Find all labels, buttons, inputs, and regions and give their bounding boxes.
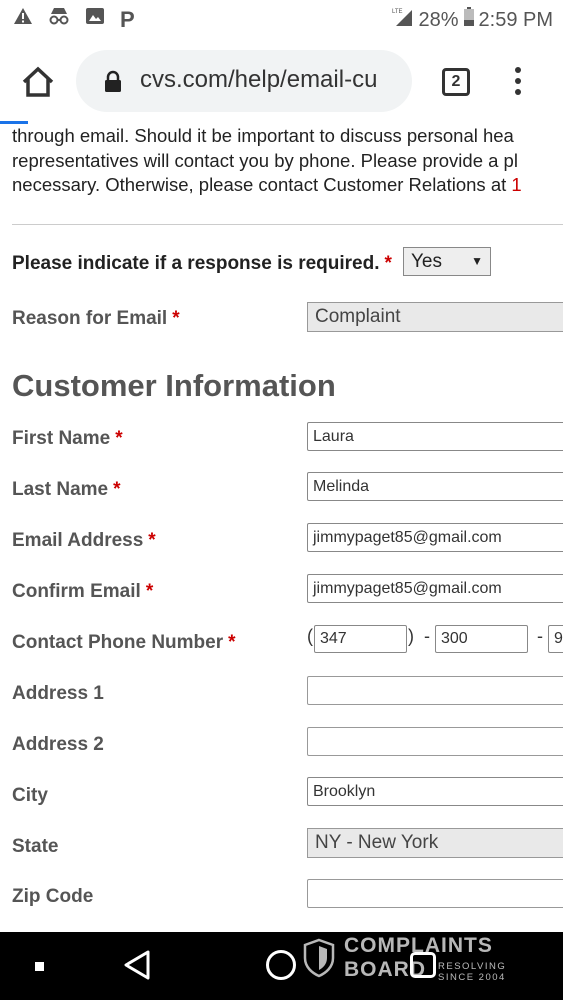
confirm-email-input[interactable]: jimmypaget85@gmail.com — [307, 574, 563, 603]
address1-input[interactable] — [307, 676, 563, 705]
phone-close-paren: ) — [408, 626, 414, 646]
required-mark: * — [384, 253, 392, 274]
required-mark: * — [145, 581, 154, 602]
phone-separator: - — [537, 626, 543, 646]
watermark-tag2: SINCE 2004 — [438, 972, 506, 983]
home-nav-button[interactable] — [266, 950, 296, 980]
confirm-email-label: Confirm Email * — [12, 581, 154, 602]
image-icon — [84, 7, 106, 32]
menu-dot-icon — [515, 78, 521, 84]
phone-separator: - — [424, 626, 430, 646]
address2-input[interactable] — [307, 727, 563, 756]
intro-line: through email. Should it be important to… — [12, 125, 514, 146]
email-label: Email Address * — [12, 530, 156, 551]
menu-dot-icon — [515, 67, 521, 73]
required-mark: * — [148, 530, 156, 551]
watermark-line2: BOARD — [344, 958, 426, 981]
lock-icon — [105, 70, 121, 92]
response-required-value: Yes — [411, 251, 442, 272]
intro-line-text: necessary. Otherwise, please contact Cus… — [12, 174, 512, 195]
required-mark: * — [172, 308, 180, 329]
intro-text: through email. Should it be important to… — [12, 124, 563, 198]
url-bar[interactable]: cvs.com/help/email-cu — [76, 50, 412, 112]
lte-label: LTE — [392, 9, 403, 15]
menu-dot-icon — [515, 89, 521, 95]
system-status: LTE 28% 2:59 PM — [392, 7, 553, 33]
city-input[interactable]: Brooklyn — [307, 777, 563, 806]
zip-label: Zip Code — [12, 886, 94, 907]
address1-label: Address 1 — [12, 683, 104, 704]
android-nav-bar: COMPLAINTS BOARD RESOLVING SINCE 2004 — [0, 932, 563, 1000]
last-name-label: Last Name * — [12, 479, 121, 500]
phone-area-code-input[interactable]: 347 — [314, 625, 407, 653]
watermark-tag1: RESOLVING — [438, 961, 507, 972]
address2-label: Address 2 — [12, 734, 104, 755]
reason-label: Reason for Email * — [12, 308, 180, 329]
url-text: cvs.com/help/email-cu — [140, 66, 378, 93]
browser-toolbar: cvs.com/help/email-cu 2 — [0, 38, 563, 124]
last-name-input[interactable]: Melinda — [307, 472, 563, 501]
phone-open-paren: ( — [307, 626, 313, 646]
shield-icon — [303, 938, 335, 978]
email-input[interactable]: jimmypaget85@gmail.com — [307, 523, 563, 552]
phone-line-input[interactable]: 9 — [548, 625, 563, 653]
complaints-board-watermark: COMPLAINTS BOARD RESOLVING SINCE 2004 — [302, 934, 522, 996]
signal-icon: LTE — [392, 7, 414, 33]
battery-icon — [463, 7, 475, 33]
response-required-label: Please indicate if a response is require… — [12, 253, 392, 274]
watermark-line1: COMPLAINTS — [344, 934, 493, 957]
zip-input[interactable] — [307, 879, 563, 908]
battery-percent: 28% — [418, 8, 459, 31]
state-label: State — [12, 836, 59, 857]
status-bar: P LTE 28% 2:59 PM — [0, 0, 563, 38]
intro-line: representatives will contact you by phon… — [12, 149, 518, 171]
home-button[interactable] — [18, 62, 58, 102]
response-required-select[interactable]: Yes ▼ — [403, 247, 491, 276]
tab-switcher-button[interactable]: 2 — [442, 68, 470, 96]
reason-select[interactable]: Complaint — [307, 302, 563, 332]
phone-label: Contact Phone Number * — [12, 632, 236, 653]
intro-line: necessary. Otherwise, please contact Cus… — [12, 173, 563, 198]
home-icon — [22, 66, 54, 97]
back-button[interactable] — [120, 948, 154, 982]
city-label: City — [12, 785, 48, 806]
parking-icon: P — [120, 6, 135, 32]
section-title: Customer Information — [12, 368, 336, 403]
overflow-menu-button[interactable] — [510, 64, 526, 100]
customer-relations-phone-link[interactable]: 1 — [511, 174, 521, 195]
notification-icons: P — [12, 6, 135, 33]
incognito-icon — [48, 6, 70, 33]
required-mark: * — [115, 428, 123, 449]
nav-dot-icon — [35, 962, 44, 971]
clock: 2:59 PM — [478, 8, 553, 31]
first-name-label: First Name * — [12, 428, 123, 449]
divider — [12, 224, 563, 225]
state-select[interactable]: NY - New York — [307, 828, 563, 858]
dropdown-arrow-icon: ▼ — [471, 254, 483, 268]
required-mark: * — [228, 632, 236, 653]
page-content: through email. Should it be important to… — [0, 124, 563, 932]
warning-icon — [12, 7, 34, 32]
phone-prefix-input[interactable]: 300 — [435, 625, 528, 653]
required-mark: * — [113, 479, 121, 500]
first-name-input[interactable]: Laura — [307, 422, 563, 451]
